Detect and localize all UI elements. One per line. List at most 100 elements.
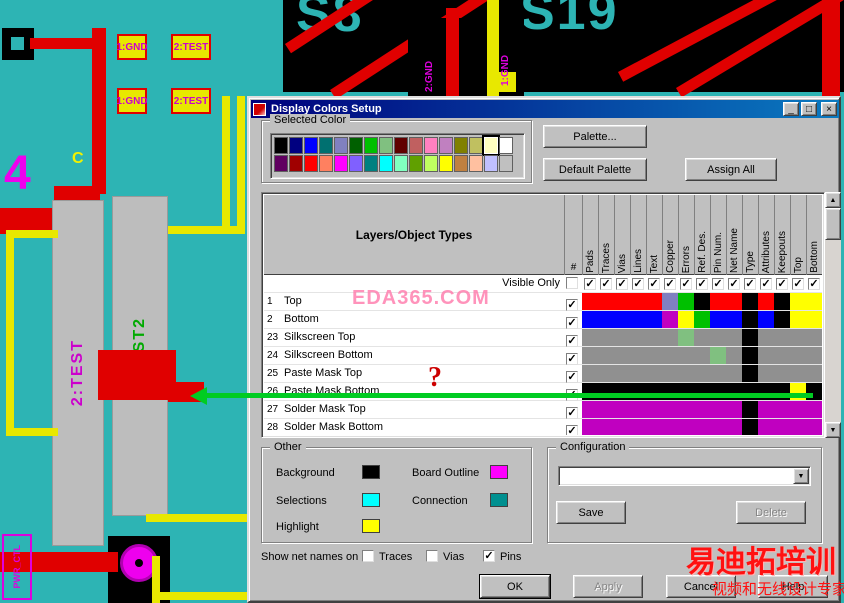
- layer-color-cell[interactable]: [758, 347, 774, 364]
- layer-color-cell[interactable]: [646, 347, 662, 364]
- layer-color-cell[interactable]: [662, 293, 678, 310]
- palette-swatch[interactable]: [304, 155, 318, 172]
- layer-visible-checkbox[interactable]: ✓: [566, 335, 578, 347]
- net-names-traces-checkbox[interactable]: [362, 550, 374, 562]
- net-names-vias-checkbox[interactable]: [426, 550, 438, 562]
- visible-only-checkbox[interactable]: ✓: [696, 278, 708, 290]
- layer-color-cell[interactable]: [694, 293, 710, 310]
- visible-only-checkbox[interactable]: ✓: [616, 278, 628, 290]
- layer-color-cell[interactable]: [662, 365, 678, 382]
- palette-swatch[interactable]: [334, 155, 348, 172]
- background-swatch[interactable]: [362, 465, 380, 479]
- palette-swatch[interactable]: [454, 137, 468, 154]
- layer-color-cell[interactable]: [790, 419, 806, 435]
- layer-color-cell[interactable]: [646, 419, 662, 435]
- layer-color-cell[interactable]: [582, 365, 598, 382]
- palette-swatch[interactable]: [379, 155, 393, 172]
- visible-only-checkbox[interactable]: ✓: [776, 278, 788, 290]
- layer-color-cell[interactable]: [662, 401, 678, 418]
- layer-color-cell[interactable]: [790, 329, 806, 346]
- board-outline-swatch[interactable]: [490, 465, 508, 479]
- assign-all-button[interactable]: Assign All: [685, 158, 777, 181]
- layer-color-cell[interactable]: [710, 347, 726, 364]
- layer-color-cell[interactable]: [598, 401, 614, 418]
- palette-swatch[interactable]: [289, 137, 303, 154]
- palette-swatch[interactable]: [469, 155, 483, 172]
- palette-swatch[interactable]: [439, 155, 453, 172]
- layer-color-cell[interactable]: [678, 365, 694, 382]
- layer-color-cell[interactable]: [806, 329, 822, 346]
- palette-swatch[interactable]: [274, 155, 288, 172]
- visible-only-checkbox[interactable]: ✓: [792, 278, 804, 290]
- layer-color-cell[interactable]: [662, 329, 678, 346]
- layer-color-cell[interactable]: [582, 401, 598, 418]
- layer-color-cell[interactable]: [742, 401, 758, 418]
- palette-swatch[interactable]: [379, 137, 393, 154]
- layer-color-cell[interactable]: [630, 293, 646, 310]
- layer-color-cell[interactable]: [646, 365, 662, 382]
- layer-color-cell[interactable]: [790, 365, 806, 382]
- palette-swatch[interactable]: [424, 137, 438, 154]
- palette-swatch[interactable]: [364, 155, 378, 172]
- layer-color-cell[interactable]: [758, 329, 774, 346]
- visible-only-checkbox[interactable]: ✓: [680, 278, 692, 290]
- layer-color-cell[interactable]: [806, 293, 822, 310]
- configuration-dropdown[interactable]: ▼: [558, 466, 811, 486]
- delete-button[interactable]: Delete: [736, 501, 806, 524]
- layer-color-cell[interactable]: [646, 311, 662, 328]
- chevron-down-icon[interactable]: ▼: [793, 468, 809, 484]
- palette-swatch[interactable]: [484, 137, 498, 154]
- layer-color-cell[interactable]: [662, 419, 678, 435]
- layer-color-cell[interactable]: [742, 311, 758, 328]
- layer-color-cell[interactable]: [790, 293, 806, 310]
- layer-color-cell[interactable]: [614, 365, 630, 382]
- layer-color-cell[interactable]: [662, 347, 678, 364]
- layer-color-cell[interactable]: [726, 365, 742, 382]
- layer-color-cell[interactable]: [774, 293, 790, 310]
- layer-color-cell[interactable]: [806, 401, 822, 418]
- visible-only-checkbox[interactable]: ✓: [664, 278, 676, 290]
- layer-color-cell[interactable]: [678, 311, 694, 328]
- visible-only-checkbox[interactable]: ✓: [584, 278, 596, 290]
- layer-color-cell[interactable]: [710, 401, 726, 418]
- scroll-down-icon[interactable]: ▼: [825, 422, 841, 438]
- layer-color-cell[interactable]: [646, 329, 662, 346]
- palette-swatch[interactable]: [409, 155, 423, 172]
- layer-visible-checkbox[interactable]: ✓: [566, 353, 578, 365]
- palette-swatch[interactable]: [349, 155, 363, 172]
- palette-swatch[interactable]: [454, 155, 468, 172]
- layer-color-cell[interactable]: [582, 419, 598, 435]
- layer-color-cell[interactable]: [598, 329, 614, 346]
- layer-color-cell[interactable]: [710, 329, 726, 346]
- palette-swatch[interactable]: [364, 137, 378, 154]
- palette-swatch[interactable]: [394, 137, 408, 154]
- layer-color-cell[interactable]: [742, 419, 758, 435]
- layer-color-cell[interactable]: [582, 347, 598, 364]
- palette-swatch[interactable]: [424, 155, 438, 172]
- save-button[interactable]: Save: [556, 501, 626, 524]
- layer-color-cell[interactable]: [694, 401, 710, 418]
- layer-color-cell[interactable]: [646, 293, 662, 310]
- layer-color-cell[interactable]: [614, 419, 630, 435]
- layer-visible-checkbox[interactable]: ✓: [566, 407, 578, 419]
- layer-color-cell[interactable]: [598, 347, 614, 364]
- layer-visible-checkbox[interactable]: ✓: [566, 371, 578, 383]
- ok-button[interactable]: OK: [480, 575, 550, 598]
- layer-color-cell[interactable]: [678, 347, 694, 364]
- layer-color-cell[interactable]: [614, 347, 630, 364]
- layer-color-cell[interactable]: [582, 293, 598, 310]
- layer-color-cell[interactable]: [742, 293, 758, 310]
- layer-color-cell[interactable]: [774, 401, 790, 418]
- layer-visible-checkbox[interactable]: ✓: [566, 299, 578, 311]
- layer-color-cell[interactable]: [630, 401, 646, 418]
- layer-color-cell[interactable]: [806, 311, 822, 328]
- layer-color-cell[interactable]: [582, 311, 598, 328]
- scroll-up-icon[interactable]: ▲: [825, 192, 841, 208]
- visible-only-checkbox[interactable]: ✓: [728, 278, 740, 290]
- layer-color-cell[interactable]: [742, 365, 758, 382]
- layer-visible-checkbox[interactable]: ✓: [566, 317, 578, 329]
- connection-swatch[interactable]: [490, 493, 508, 507]
- layer-color-cell[interactable]: [678, 419, 694, 435]
- layer-color-cell[interactable]: [598, 419, 614, 435]
- layer-color-cell[interactable]: [710, 419, 726, 435]
